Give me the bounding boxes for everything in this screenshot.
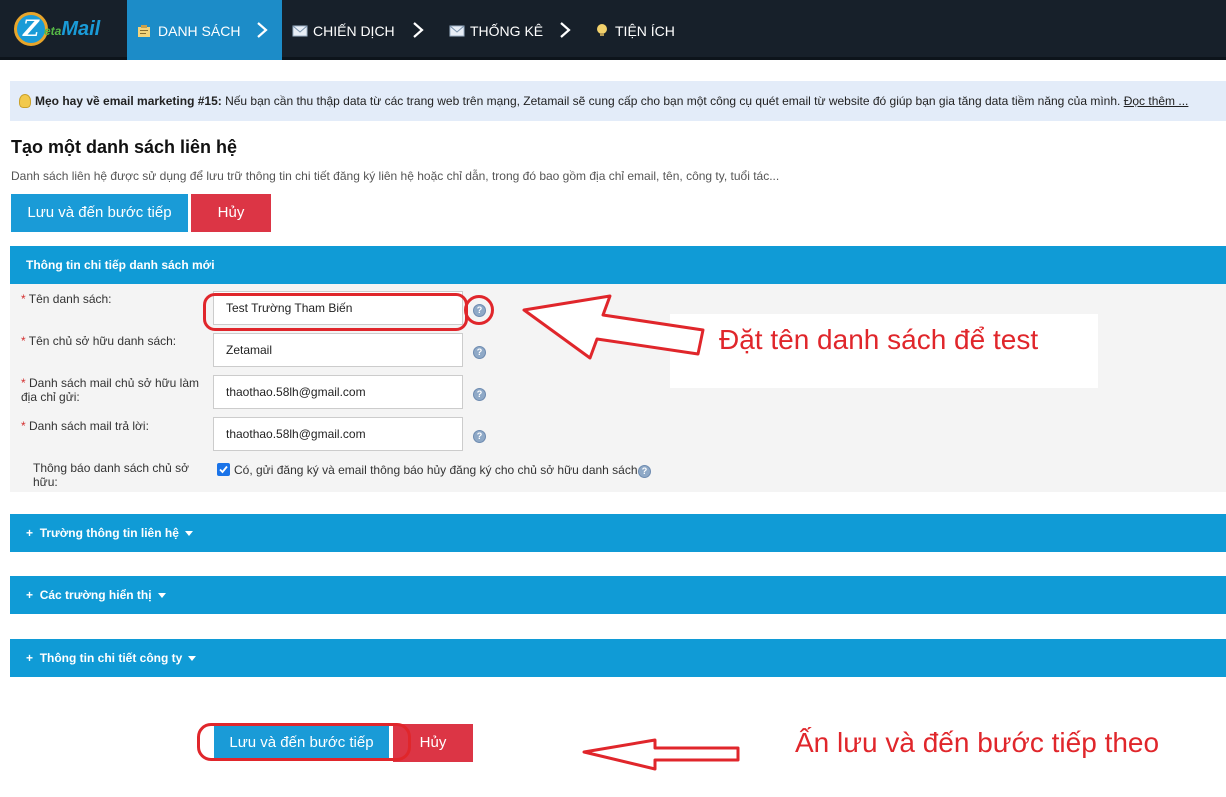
annotation-arrow-icon bbox=[522, 294, 740, 771]
